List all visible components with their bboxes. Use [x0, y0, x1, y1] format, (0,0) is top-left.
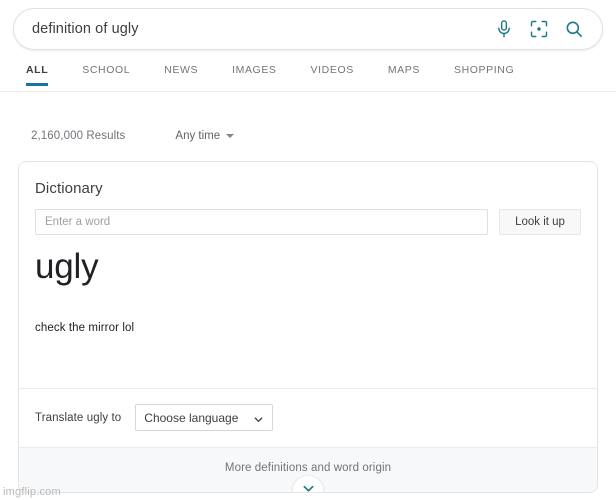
dictionary-title: Dictionary	[35, 180, 103, 197]
look-it-up-button[interactable]: Look it up	[499, 209, 581, 235]
time-filter-label: Any time	[175, 130, 221, 142]
tab-label: NEWS	[164, 64, 199, 76]
language-select-value: Choose language	[144, 410, 239, 425]
dictionary-card: Dictionary Look it up ugly check the mir…	[18, 161, 598, 493]
tab-images[interactable]: IMAGES	[232, 60, 276, 86]
microphone-icon[interactable]	[494, 19, 514, 39]
tab-label: SCHOOL	[82, 64, 131, 76]
tab-label: VIDEOS	[310, 64, 354, 76]
search-bar-container: definition of ugly	[13, 8, 603, 50]
tab-label: IMAGES	[232, 64, 277, 76]
tab-label: MAPS	[387, 64, 420, 76]
headword: ugly	[35, 247, 99, 286]
dictionary-card-body: Dictionary Look it up ugly check the mir…	[19, 162, 597, 388]
more-definitions-link[interactable]: More definitions and word origin	[225, 462, 391, 474]
results-meta-row: 2,160,000 Results Any time	[31, 130, 235, 142]
tab-label: ALL	[26, 64, 49, 76]
imgflip-watermark: imgflip.com	[3, 486, 61, 498]
translate-label: Translate ugly to	[35, 411, 122, 424]
search-query-text[interactable]: definition of ugly	[32, 21, 494, 37]
tab-shopping[interactable]: SHOPPING	[454, 60, 514, 86]
tab-label: SHOPPING	[453, 64, 515, 76]
search-icon[interactable]	[564, 19, 584, 39]
word-lookup-row: Look it up	[35, 209, 581, 235]
language-select[interactable]: Choose language	[135, 404, 274, 431]
definition-text: check the mirror lol	[35, 322, 135, 334]
tab-maps[interactable]: MAPS	[388, 60, 420, 86]
tab-school[interactable]: SCHOOL	[82, 60, 130, 86]
time-filter-dropdown[interactable]: Any time	[175, 130, 235, 142]
search-vertical-tabs: ALL SCHOOL NEWS IMAGES VIDEOS MAPS SHOPP…	[26, 60, 548, 86]
translate-row: Translate ugly to Choose language	[19, 389, 597, 447]
chevron-down-icon	[301, 481, 316, 492]
tab-news[interactable]: NEWS	[164, 60, 198, 86]
tabs-bottom-rule	[0, 91, 616, 92]
word-input[interactable]	[35, 209, 488, 235]
tab-all[interactable]: ALL	[26, 60, 49, 86]
expand-card-button[interactable]	[292, 475, 324, 492]
chevron-down-icon	[226, 134, 235, 138]
tab-videos[interactable]: VIDEOS	[311, 60, 354, 86]
search-bar-icons	[494, 19, 588, 39]
lens-camera-icon[interactable]	[529, 19, 549, 39]
search-bar[interactable]: definition of ugly	[13, 8, 603, 50]
dictionary-card-footer: More definitions and word origin	[19, 447, 597, 492]
chevron-down-icon	[253, 412, 264, 423]
result-count-text: 2,160,000 Results	[31, 130, 126, 142]
